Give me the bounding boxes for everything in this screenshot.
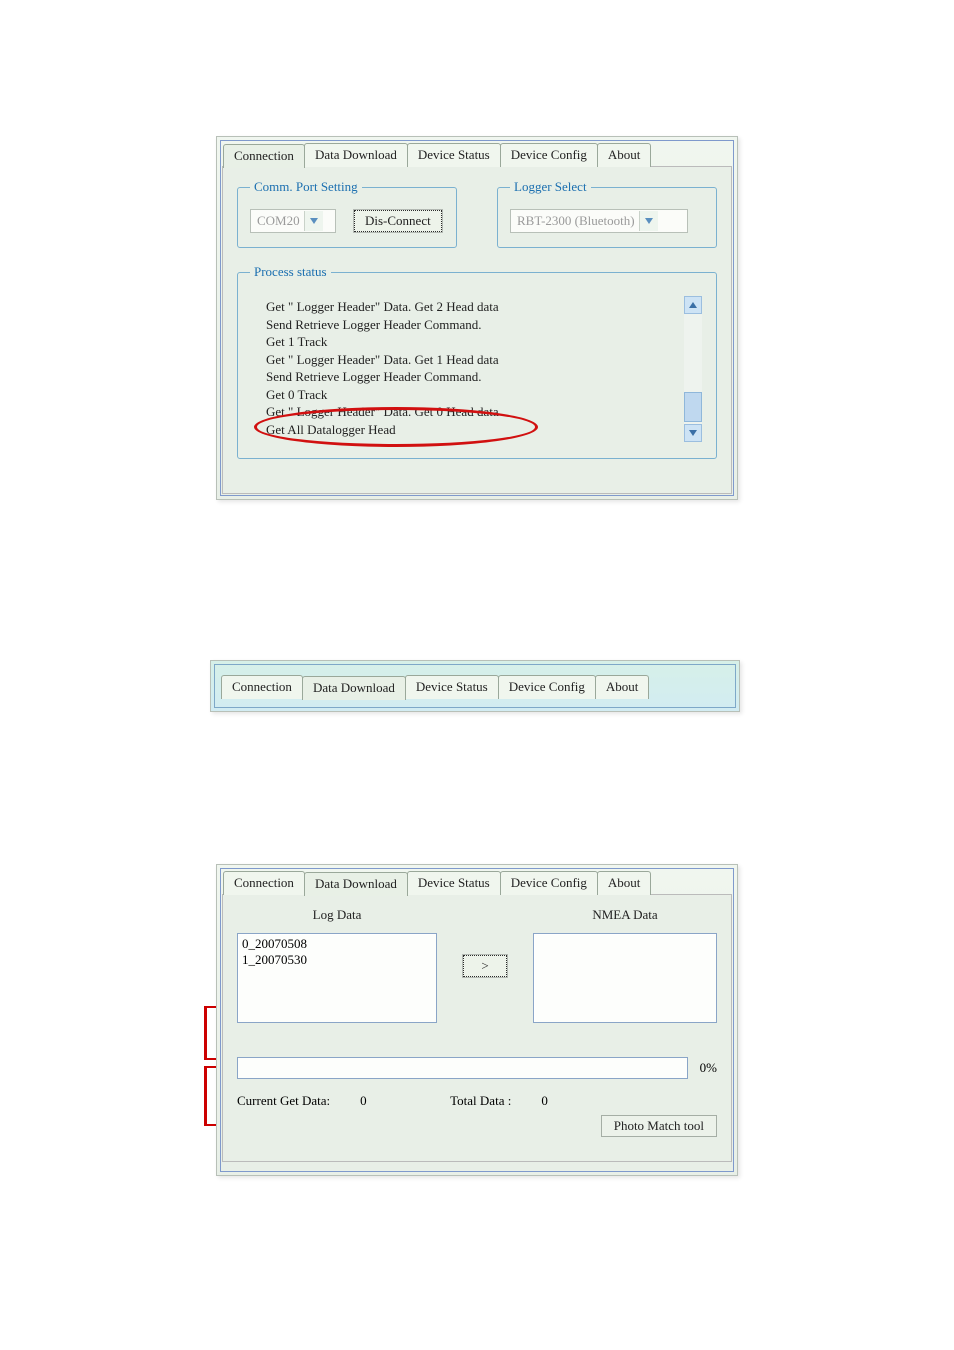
disconnect-button[interactable]: Dis-Connect xyxy=(354,210,442,232)
logger-value: RBT-2300 (Bluetooth) xyxy=(517,213,635,229)
process-status-text: Get " Logger Header" Data. Get 2 Head da… xyxy=(250,294,704,442)
tab-connection[interactable]: Connection xyxy=(221,675,303,699)
scroll-up-arrow-icon[interactable] xyxy=(684,296,702,314)
list-item[interactable]: 1_20070530 xyxy=(242,952,432,968)
tab-connection[interactable]: Connection xyxy=(223,144,305,168)
scroll-thumb[interactable] xyxy=(684,392,702,422)
transfer-button[interactable]: > xyxy=(463,955,507,977)
data-download-tab-content: Log Data 0_20070508 1_20070530 > NMEA Da… xyxy=(222,894,732,1162)
logger-select[interactable]: RBT-2300 (Bluetooth) xyxy=(510,209,688,233)
comm-port-legend: Comm. Port Setting xyxy=(250,179,362,195)
com-port-select[interactable]: COM20 xyxy=(250,209,336,233)
data-download-panel: Connection Data Download Device Status D… xyxy=(216,864,738,1176)
progress-bar xyxy=(237,1057,688,1079)
tab-data-download[interactable]: Data Download xyxy=(304,143,408,167)
total-data-value: 0 xyxy=(541,1093,561,1109)
list-item[interactable]: 0_20070508 xyxy=(242,936,432,952)
nmea-data-heading: NMEA Data xyxy=(533,901,717,933)
process-line: Get 1 Track xyxy=(266,333,680,351)
vertical-scrollbar[interactable] xyxy=(684,296,702,442)
process-status-legend: Process status xyxy=(250,264,331,280)
tab-about[interactable]: About xyxy=(597,871,652,895)
tab-data-download[interactable]: Data Download xyxy=(304,872,408,896)
total-data-label: Total Data : xyxy=(450,1093,511,1109)
tab-device-status[interactable]: Device Status xyxy=(405,675,499,699)
tab-device-status[interactable]: Device Status xyxy=(407,871,501,895)
log-data-heading: Log Data xyxy=(237,901,437,933)
com-port-value: COM20 xyxy=(257,213,300,229)
comm-port-group: Comm. Port Setting COM20 Dis-Connect xyxy=(237,179,457,248)
tab-strip-panel: Connection Data Download Device Status D… xyxy=(210,660,740,712)
tab-connection[interactable]: Connection xyxy=(223,871,305,895)
process-line: Get All Datalogger Head xyxy=(266,421,680,439)
connection-tab-content: Comm. Port Setting COM20 Dis-Connect Log… xyxy=(222,166,732,494)
tab-bar-3: Connection Data Download Device Status D… xyxy=(217,865,737,895)
process-line: Send Retrieve Logger Header Command. xyxy=(266,316,680,334)
process-line: Send Retrieve Logger Header Command. xyxy=(266,368,680,386)
nmea-data-listbox[interactable] xyxy=(533,933,717,1023)
tab-bar-2: Connection Data Download Device Status D… xyxy=(211,661,739,699)
tab-about[interactable]: About xyxy=(597,143,652,167)
log-data-listbox[interactable]: 0_20070508 1_20070530 xyxy=(237,933,437,1023)
process-line: Get " Logger Header" Data. Get 2 Head da… xyxy=(266,298,680,316)
chevron-down-icon xyxy=(304,211,323,231)
tab-bar-1: Connection Data Download Device Status D… xyxy=(217,137,737,167)
tab-device-status[interactable]: Device Status xyxy=(407,143,501,167)
photo-match-tool-button[interactable]: Photo Match tool xyxy=(601,1115,717,1137)
progress-percent: 0% xyxy=(700,1060,717,1076)
logger-select-group: Logger Select RBT-2300 (Bluetooth) xyxy=(497,179,717,248)
current-get-value: 0 xyxy=(360,1093,380,1109)
process-line: Get " Logger Header" Data. Get 1 Head da… xyxy=(266,351,680,369)
tab-device-config[interactable]: Device Config xyxy=(500,143,598,167)
process-status-group: Process status Get " Logger Header" Data… xyxy=(237,264,717,459)
chevron-down-icon xyxy=(639,211,658,231)
process-line: Get " Logger Header" Data. Get 0 Head da… xyxy=(266,403,680,421)
tab-device-config[interactable]: Device Config xyxy=(498,675,596,699)
logger-select-legend: Logger Select xyxy=(510,179,591,195)
current-get-label: Current Get Data: xyxy=(237,1093,330,1109)
tab-about[interactable]: About xyxy=(595,675,650,699)
tab-device-config[interactable]: Device Config xyxy=(500,871,598,895)
connection-panel: Connection Data Download Device Status D… xyxy=(216,136,738,500)
tab-data-download[interactable]: Data Download xyxy=(302,676,406,700)
scroll-down-arrow-icon[interactable] xyxy=(684,424,702,442)
process-line: Get 0 Track xyxy=(266,386,680,404)
